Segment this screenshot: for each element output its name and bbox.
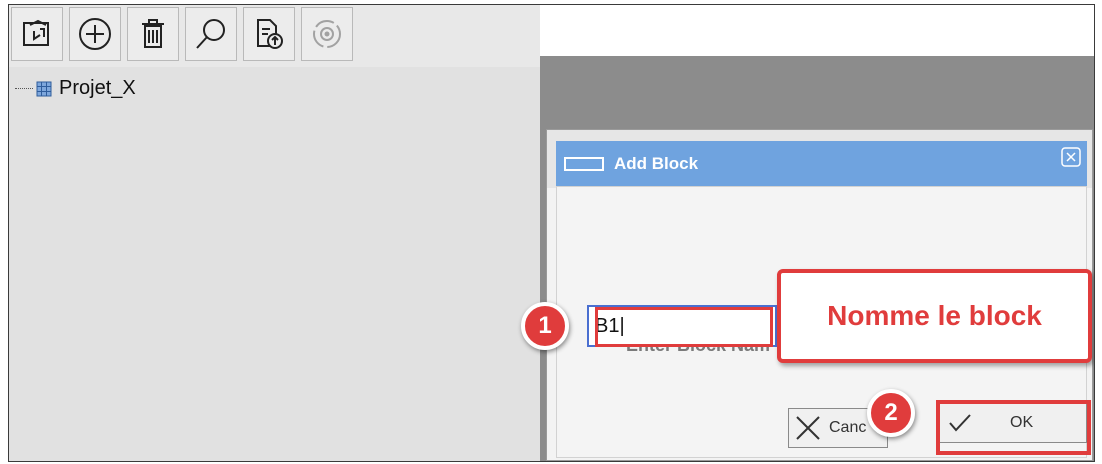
ok-button[interactable]: OK	[939, 403, 1087, 443]
tree-connector	[15, 88, 33, 89]
project-grid-icon	[36, 81, 52, 96]
cancel-x-icon	[796, 416, 820, 440]
block-name-input[interactable]: B1|	[587, 305, 777, 347]
dialog-titlebar: Add Block	[556, 141, 1087, 186]
cancel-label: Canc	[829, 419, 867, 436]
search-button[interactable]	[185, 7, 237, 61]
add-icon	[79, 18, 111, 50]
dialog-title: Add Block	[614, 153, 699, 173]
export-file-icon	[257, 19, 283, 49]
block-name-input-value: B1|	[595, 314, 625, 337]
add-button[interactable]	[69, 7, 121, 61]
project-panel: Projet_X	[9, 5, 540, 461]
annotation-callout: Nomme le block	[777, 269, 1092, 363]
window-icon	[564, 156, 604, 171]
ok-label: OK	[1010, 414, 1034, 431]
search-icon	[196, 19, 225, 49]
project-tree: Projet_X	[15, 77, 136, 100]
toolbar	[9, 5, 540, 67]
delete-button[interactable]	[127, 7, 179, 61]
checkmark-icon	[949, 414, 971, 432]
export-button[interactable]	[243, 7, 295, 61]
dialog-titlebar-frame: Add Block	[547, 130, 1092, 188]
step-badge-2: 2	[867, 389, 915, 437]
close-icon[interactable]	[1061, 147, 1081, 167]
import-icon	[23, 19, 49, 46]
import-button[interactable]	[11, 7, 63, 61]
regenerate-button[interactable]	[301, 7, 353, 61]
top-blank-area	[540, 5, 1094, 56]
tree-item-projet[interactable]: Projet_X	[59, 77, 136, 100]
app-window: Projet_X Add Block Enter Block Nam B1|	[8, 4, 1095, 462]
step-badge-1: 1	[521, 302, 569, 350]
callout-text: Nomme le block	[827, 300, 1042, 331]
trash-icon	[142, 19, 164, 48]
settings-cycle-icon	[313, 20, 341, 48]
